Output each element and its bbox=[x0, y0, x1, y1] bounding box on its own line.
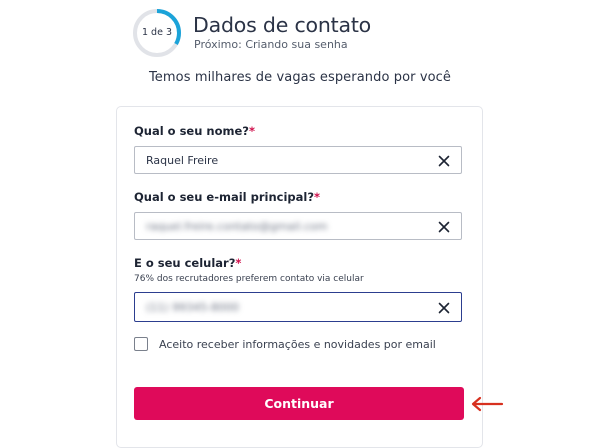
page-title: Dados de contato bbox=[193, 13, 372, 37]
phone-field[interactable] bbox=[134, 292, 462, 322]
phone-input[interactable] bbox=[135, 293, 415, 321]
next-step-text: Próximo: Criando sua senha bbox=[194, 38, 348, 51]
phone-label: E o seu celular?* bbox=[134, 256, 241, 270]
email-label: Qual o seu e-mail principal?* bbox=[134, 190, 320, 204]
email-label-text: Qual o seu e-mail principal? bbox=[134, 190, 315, 204]
required-mark: * bbox=[248, 124, 255, 138]
tagline: Temos milhares de vagas esperando por vo… bbox=[148, 70, 452, 85]
name-label-text: Qual o seu nome? bbox=[134, 124, 249, 138]
name-field[interactable] bbox=[134, 146, 462, 174]
phone-hint: 76% dos recrutadores preferem contato vi… bbox=[134, 274, 364, 284]
required-mark: * bbox=[235, 256, 242, 270]
arrow-left-icon bbox=[471, 396, 504, 412]
close-icon[interactable] bbox=[438, 155, 450, 167]
step-indicator: 1 de 3 bbox=[141, 27, 172, 38]
email-input[interactable] bbox=[135, 213, 415, 239]
close-icon[interactable] bbox=[438, 302, 450, 314]
name-input[interactable] bbox=[135, 147, 415, 173]
close-icon[interactable] bbox=[438, 221, 450, 233]
required-mark: * bbox=[314, 190, 321, 204]
email-field[interactable] bbox=[134, 212, 462, 240]
name-label: Qual o seu nome?* bbox=[134, 124, 255, 138]
consent-checkbox[interactable] bbox=[134, 337, 148, 351]
phone-label-text: E o seu celular? bbox=[134, 256, 236, 270]
consent-label[interactable]: Aceito receber informações e novidades p… bbox=[159, 338, 436, 351]
continue-button[interactable]: Continuar bbox=[134, 387, 464, 420]
step-progress-ring: 1 de 3 bbox=[132, 8, 182, 58]
